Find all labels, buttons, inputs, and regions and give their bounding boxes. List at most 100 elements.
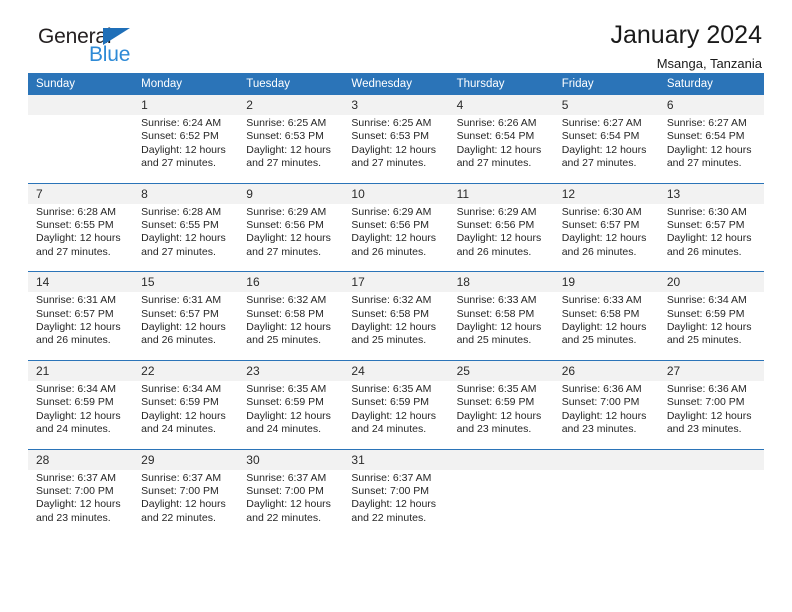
day-cell[interactable]: Sunrise: 6:24 AM Sunset: 6:52 PM Dayligh… (133, 115, 239, 184)
day-cell[interactable]: Sunrise: 6:27 AM Sunset: 6:54 PM Dayligh… (658, 115, 764, 184)
day-number[interactable]: 6 (658, 95, 764, 115)
day-cell[interactable]: Sunrise: 6:25 AM Sunset: 6:53 PM Dayligh… (343, 115, 449, 184)
day-number[interactable]: 13 (658, 182, 764, 204)
daylight-text-line1: Daylight: 12 hours (351, 498, 437, 511)
day-number[interactable]: 23 (238, 359, 344, 381)
day-number[interactable]: 7 (28, 182, 134, 204)
day-cell[interactable]: Sunrise: 6:31 AM Sunset: 6:57 PM Dayligh… (133, 292, 239, 361)
day-cell[interactable] (448, 469, 554, 538)
sunset-text: Sunset: 6:58 PM (246, 307, 324, 320)
daylight-text-line1: Daylight: 12 hours (246, 409, 331, 422)
daylight-text-line1: Daylight: 12 hours (351, 143, 437, 156)
daylight-text-line2: and 22 minutes. (351, 511, 427, 524)
daylight-text-line2: and 26 minutes. (141, 334, 216, 347)
day-cell[interactable]: Sunrise: 6:27 AM Sunset: 6:54 PM Dayligh… (553, 115, 659, 184)
day-number[interactable]: 11 (448, 182, 554, 204)
day-cell[interactable]: Sunrise: 6:35 AM Sunset: 6:59 PM Dayligh… (238, 380, 344, 449)
sunset-text: Sunset: 7:00 PM (246, 484, 324, 497)
day-cell[interactable]: Sunrise: 6:37 AM Sunset: 7:00 PM Dayligh… (238, 469, 344, 538)
weekday-header-sunday: Sunday (28, 73, 134, 95)
day-cell[interactable]: Sunrise: 6:34 AM Sunset: 6:59 PM Dayligh… (658, 292, 764, 361)
day-cell[interactable]: Sunrise: 6:29 AM Sunset: 6:56 PM Dayligh… (343, 203, 449, 272)
day-cell[interactable]: Sunrise: 6:37 AM Sunset: 7:00 PM Dayligh… (133, 469, 239, 538)
day-cell[interactable]: Sunrise: 6:33 AM Sunset: 6:58 PM Dayligh… (553, 292, 659, 361)
day-number[interactable]: 31 (343, 448, 449, 470)
day-number[interactable] (28, 95, 134, 115)
day-number[interactable]: 18 (448, 271, 554, 293)
day-cell[interactable]: Sunrise: 6:31 AM Sunset: 6:57 PM Dayligh… (28, 292, 134, 361)
day-cell[interactable]: Sunrise: 6:34 AM Sunset: 6:59 PM Dayligh… (28, 380, 134, 449)
day-number[interactable]: 27 (658, 359, 764, 381)
day-cell[interactable]: Sunrise: 6:26 AM Sunset: 6:54 PM Dayligh… (448, 115, 554, 184)
sunrise-text: Sunrise: 6:37 AM (141, 471, 222, 484)
day-number[interactable]: 22 (133, 359, 239, 381)
day-number[interactable]: 10 (343, 182, 449, 204)
day-cell[interactable]: Sunrise: 6:30 AM Sunset: 6:57 PM Dayligh… (658, 203, 764, 272)
daylight-text-line2: and 26 minutes. (351, 245, 427, 258)
sunrise-text: Sunrise: 6:29 AM (246, 205, 327, 218)
daylight-text-line2: and 23 minutes. (36, 511, 111, 524)
day-number[interactable]: 16 (238, 271, 344, 293)
sunset-text: Sunset: 7:00 PM (351, 484, 430, 497)
day-number[interactable]: 9 (238, 182, 344, 204)
daylight-text-line1: Daylight: 12 hours (561, 143, 647, 156)
day-number[interactable]: 8 (133, 182, 239, 204)
day-number[interactable] (448, 448, 554, 470)
day-cell[interactable]: Sunrise: 6:35 AM Sunset: 6:59 PM Dayligh… (448, 380, 554, 449)
day-cell[interactable]: Sunrise: 6:25 AM Sunset: 6:53 PM Dayligh… (238, 115, 344, 184)
sunrise-text: Sunrise: 6:29 AM (456, 205, 537, 218)
day-cell[interactable] (28, 115, 134, 184)
sunset-text: Sunset: 6:56 PM (456, 219, 535, 232)
sunrise-text: Sunrise: 6:28 AM (36, 205, 116, 218)
day-cell[interactable]: Sunrise: 6:32 AM Sunset: 6:58 PM Dayligh… (238, 292, 344, 361)
day-cell[interactable] (658, 469, 764, 538)
daylight-text-line2: and 24 minutes. (36, 423, 111, 436)
sunset-text: Sunset: 6:58 PM (456, 307, 535, 320)
week-row-daynums: 1 2 3 4 5 6 (28, 95, 764, 115)
day-cell[interactable]: Sunrise: 6:36 AM Sunset: 7:00 PM Dayligh… (658, 380, 764, 449)
day-cell[interactable]: Sunrise: 6:33 AM Sunset: 6:58 PM Dayligh… (448, 292, 554, 361)
sunset-text: Sunset: 6:58 PM (351, 307, 430, 320)
day-cell[interactable]: Sunrise: 6:35 AM Sunset: 6:59 PM Dayligh… (343, 380, 449, 449)
daylight-text-line2: and 25 minutes. (456, 334, 532, 347)
day-number[interactable] (553, 448, 659, 470)
day-number[interactable]: 28 (28, 448, 134, 470)
day-cell[interactable]: Sunrise: 6:30 AM Sunset: 6:57 PM Dayligh… (553, 203, 659, 272)
day-number[interactable]: 26 (553, 359, 659, 381)
sunset-text: Sunset: 6:56 PM (351, 219, 430, 232)
day-number[interactable]: 12 (553, 182, 659, 204)
day-number[interactable] (658, 448, 764, 470)
day-number[interactable]: 24 (343, 359, 449, 381)
day-number[interactable]: 21 (28, 359, 134, 381)
brand-logo[interactable]: General Blue (28, 22, 178, 74)
day-cell[interactable]: Sunrise: 6:28 AM Sunset: 6:55 PM Dayligh… (28, 203, 134, 272)
day-number[interactable]: 17 (343, 271, 449, 293)
day-cell[interactable]: Sunrise: 6:36 AM Sunset: 7:00 PM Dayligh… (553, 380, 659, 449)
day-cell[interactable]: Sunrise: 6:29 AM Sunset: 6:56 PM Dayligh… (448, 203, 554, 272)
day-cell[interactable]: Sunrise: 6:29 AM Sunset: 6:56 PM Dayligh… (238, 203, 344, 272)
week-row-details: Sunrise: 6:28 AM Sunset: 6:55 PM Dayligh… (28, 203, 764, 272)
day-number[interactable]: 15 (133, 271, 239, 293)
day-number[interactable]: 20 (658, 271, 764, 293)
day-number[interactable]: 1 (133, 95, 239, 115)
sunset-text: Sunset: 6:59 PM (36, 396, 114, 409)
day-number[interactable]: 29 (133, 448, 239, 470)
day-number[interactable]: 3 (343, 95, 449, 115)
day-cell[interactable] (553, 469, 659, 538)
day-number[interactable]: 30 (238, 448, 344, 470)
day-number[interactable]: 4 (448, 95, 554, 115)
daylight-text-line1: Daylight: 12 hours (456, 143, 542, 156)
day-number[interactable]: 14 (28, 271, 134, 293)
sunrise-text: Sunrise: 6:33 AM (561, 294, 642, 307)
weekday-header-tuesday: Tuesday (238, 73, 344, 95)
day-cell[interactable]: Sunrise: 6:37 AM Sunset: 7:00 PM Dayligh… (343, 469, 449, 538)
day-cell[interactable]: Sunrise: 6:32 AM Sunset: 6:58 PM Dayligh… (343, 292, 449, 361)
day-cell[interactable]: Sunrise: 6:28 AM Sunset: 6:55 PM Dayligh… (133, 203, 239, 272)
day-number[interactable]: 25 (448, 359, 554, 381)
day-cell[interactable]: Sunrise: 6:37 AM Sunset: 7:00 PM Dayligh… (28, 469, 134, 538)
day-cell[interactable]: Sunrise: 6:34 AM Sunset: 6:59 PM Dayligh… (133, 380, 239, 449)
daylight-text-line1: Daylight: 12 hours (666, 232, 752, 245)
day-number[interactable]: 2 (238, 95, 344, 115)
day-number[interactable]: 5 (553, 95, 659, 115)
day-number[interactable]: 19 (553, 271, 659, 293)
